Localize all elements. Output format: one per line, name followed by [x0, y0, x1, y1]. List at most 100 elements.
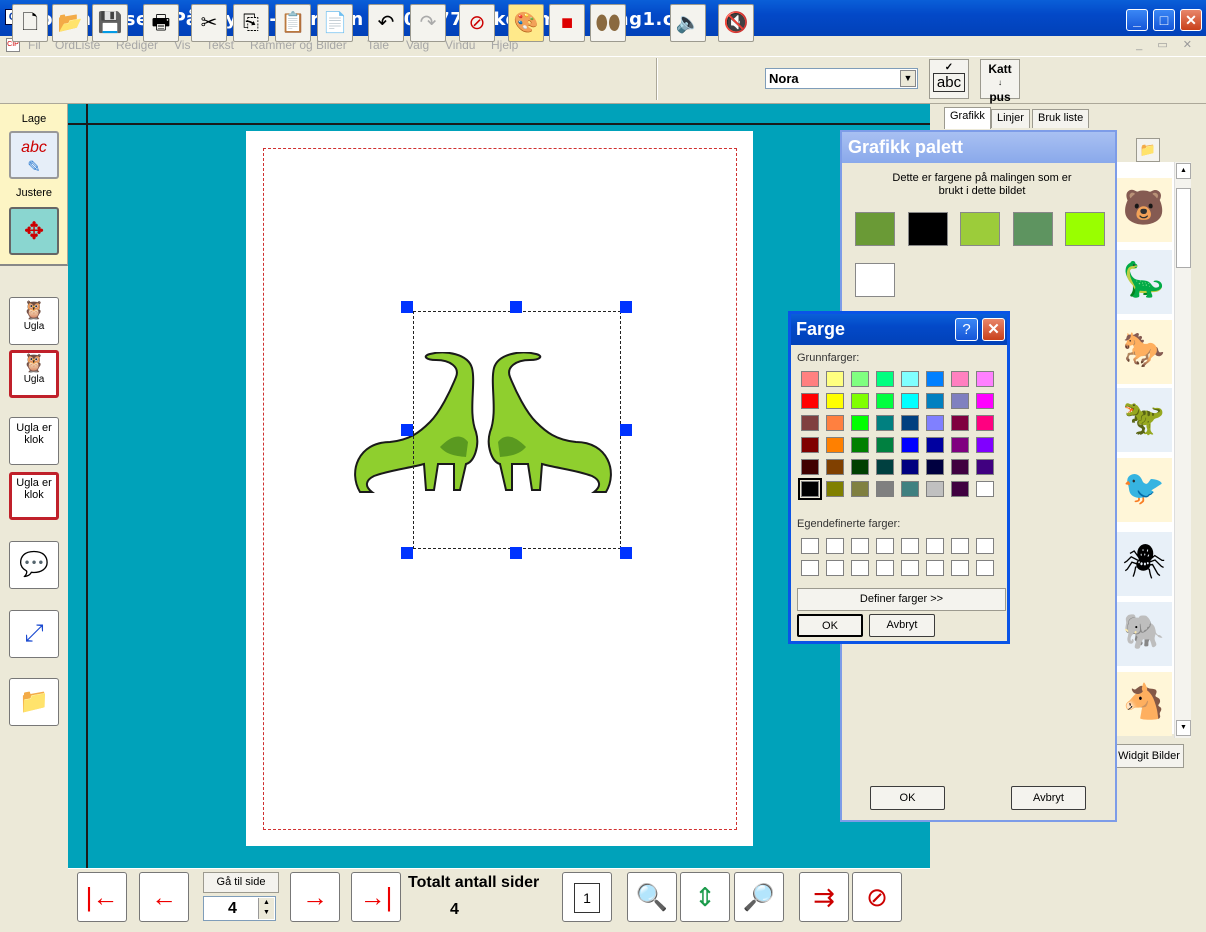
- palette-swatch[interactable]: [1065, 212, 1105, 246]
- new-document-button[interactable]: 🗋: [12, 4, 48, 42]
- fit-to-window-button[interactable]: ⇕: [680, 872, 730, 922]
- symbol-word-frame-button[interactable]: 🦉 Ugla: [9, 350, 59, 398]
- custom-color-swatch[interactable]: [801, 560, 819, 576]
- basic-color-swatch[interactable]: [801, 459, 819, 475]
- basic-color-swatch[interactable]: [851, 393, 869, 409]
- widgit-images-button[interactable]: Widgit Bilder: [1114, 744, 1184, 768]
- paste-special-button[interactable]: 📄: [317, 4, 353, 42]
- basic-color-swatch[interactable]: [951, 459, 969, 475]
- bear-image[interactable]: 🐻: [1116, 178, 1172, 242]
- basic-color-swatch[interactable]: [926, 415, 944, 431]
- basic-color-swatch[interactable]: [851, 481, 869, 497]
- voice-select[interactable]: Nora ▼: [765, 68, 918, 89]
- basic-color-swatch[interactable]: [926, 437, 944, 453]
- disable-grid-button[interactable]: ⊘: [459, 4, 495, 42]
- print-button[interactable]: 🖶: [143, 4, 179, 42]
- palette-swatch[interactable]: [908, 212, 948, 246]
- basic-color-swatch[interactable]: [976, 481, 994, 497]
- basic-color-swatch[interactable]: [801, 437, 819, 453]
- spellcheck-button[interactable]: ✓ abc: [929, 59, 969, 99]
- thesaurus-button[interactable]: Katt ↓ pus: [980, 59, 1020, 104]
- basic-color-swatch[interactable]: [798, 478, 822, 500]
- mdi-window-buttons[interactable]: _ ▭ ✕: [1136, 38, 1198, 51]
- basic-color-swatch[interactable]: [926, 393, 944, 409]
- custom-color-swatch[interactable]: [826, 538, 844, 554]
- dinosaur-image[interactable]: 🦖: [1116, 388, 1172, 452]
- fit-page-button[interactable]: ⤢: [9, 610, 59, 658]
- resize-handle-bottom[interactable]: [510, 547, 522, 559]
- basic-color-swatch[interactable]: [876, 459, 894, 475]
- basic-color-swatch[interactable]: [901, 393, 919, 409]
- custom-color-swatch[interactable]: [926, 560, 944, 576]
- basic-color-swatch[interactable]: [801, 393, 819, 409]
- custom-color-swatch[interactable]: [851, 538, 869, 554]
- basic-color-swatch[interactable]: [976, 437, 994, 453]
- define-colors-button[interactable]: Definer farger >>: [797, 588, 1006, 611]
- tab-lines[interactable]: Linjer: [991, 109, 1030, 128]
- close-icon[interactable]: ✕: [982, 318, 1005, 341]
- donkey-image[interactable]: 🐴: [1116, 672, 1172, 736]
- basic-color-swatch[interactable]: [951, 437, 969, 453]
- basic-color-swatch[interactable]: [876, 437, 894, 453]
- undo-button[interactable]: ↶: [368, 4, 404, 42]
- selection-frame[interactable]: [413, 311, 621, 549]
- paste-button[interactable]: 📋: [275, 4, 311, 42]
- symbol-options-button[interactable]: ⬮⬮: [590, 4, 626, 42]
- resize-handle-right[interactable]: [620, 424, 632, 436]
- basic-color-swatch[interactable]: [826, 393, 844, 409]
- basic-color-swatch[interactable]: [976, 371, 994, 387]
- stegosaurus-image[interactable]: 🦕: [1116, 250, 1172, 314]
- basic-color-swatch[interactable]: [851, 415, 869, 431]
- color-ok-button[interactable]: OK: [797, 614, 863, 637]
- symbol-word-button[interactable]: 🦉 Ugla: [9, 297, 59, 345]
- copy-button[interactable]: ⎘: [233, 4, 269, 42]
- basic-color-swatch[interactable]: [826, 459, 844, 475]
- basic-color-swatch[interactable]: [901, 459, 919, 475]
- first-page-button[interactable]: |←: [77, 872, 127, 922]
- goto-page-input[interactable]: 4 ▲ ▼: [203, 896, 276, 921]
- basic-color-swatch[interactable]: [976, 415, 994, 431]
- custom-color-swatch[interactable]: [951, 560, 969, 576]
- image-list[interactable]: 🐻 🦕 🐎 🦖 🐦 🕷 🐘 🐴: [1116, 162, 1174, 736]
- cut-button[interactable]: ✂: [191, 4, 227, 42]
- scroll-thumb[interactable]: [1176, 188, 1191, 268]
- custom-color-swatch[interactable]: [901, 538, 919, 554]
- basic-color-swatch[interactable]: [951, 415, 969, 431]
- last-page-button[interactable]: →|: [351, 872, 401, 922]
- basic-color-swatch[interactable]: [926, 371, 944, 387]
- resize-handle-bottom-left[interactable]: [401, 547, 413, 559]
- basic-color-swatch[interactable]: [851, 371, 869, 387]
- resize-handle-left[interactable]: [401, 424, 413, 436]
- palette-cancel-button[interactable]: Avbryt: [1011, 786, 1086, 810]
- custom-color-swatch[interactable]: [876, 560, 894, 576]
- previous-page-button[interactable]: ←: [139, 872, 189, 922]
- scroll-down-icon[interactable]: ▼: [1176, 720, 1191, 736]
- basic-color-swatch[interactable]: [901, 481, 919, 497]
- graphics-palette-title[interactable]: Grafikk palett: [842, 132, 1115, 163]
- maximize-button[interactable]: □: [1153, 9, 1175, 31]
- custom-color-swatch[interactable]: [976, 560, 994, 576]
- speak-off-button[interactable]: 🔇: [718, 4, 754, 42]
- basic-color-swatch[interactable]: [851, 459, 869, 475]
- elephant-image[interactable]: 🐘: [1116, 602, 1172, 666]
- custom-color-swatch[interactable]: [826, 560, 844, 576]
- adjust-mode-button[interactable]: ✥: [9, 207, 59, 255]
- tab-use-list[interactable]: Bruk liste: [1032, 109, 1090, 128]
- delete-page-button[interactable]: ⊘: [852, 872, 902, 922]
- basic-color-swatch[interactable]: [801, 415, 819, 431]
- basic-color-swatch[interactable]: [876, 481, 894, 497]
- redo-button[interactable]: ↷: [410, 4, 446, 42]
- image-folder-button[interactable]: 📁: [9, 678, 59, 726]
- image-list-scrollbar[interactable]: ▲ ▼: [1174, 162, 1191, 738]
- basic-color-swatch[interactable]: [801, 371, 819, 387]
- text-button[interactable]: Ugla er klok: [9, 417, 59, 465]
- chevron-down-icon[interactable]: ▼: [900, 70, 916, 87]
- color-cancel-button[interactable]: Avbryt: [869, 614, 935, 637]
- basic-color-swatch[interactable]: [926, 459, 944, 475]
- resize-handle-top-left[interactable]: [401, 301, 413, 313]
- basic-color-swatch[interactable]: [826, 371, 844, 387]
- minimize-button[interactable]: _: [1126, 9, 1148, 31]
- save-button[interactable]: 💾: [92, 4, 128, 42]
- custom-color-swatch[interactable]: [901, 560, 919, 576]
- parent-folder-button[interactable]: 📁: [1136, 138, 1160, 162]
